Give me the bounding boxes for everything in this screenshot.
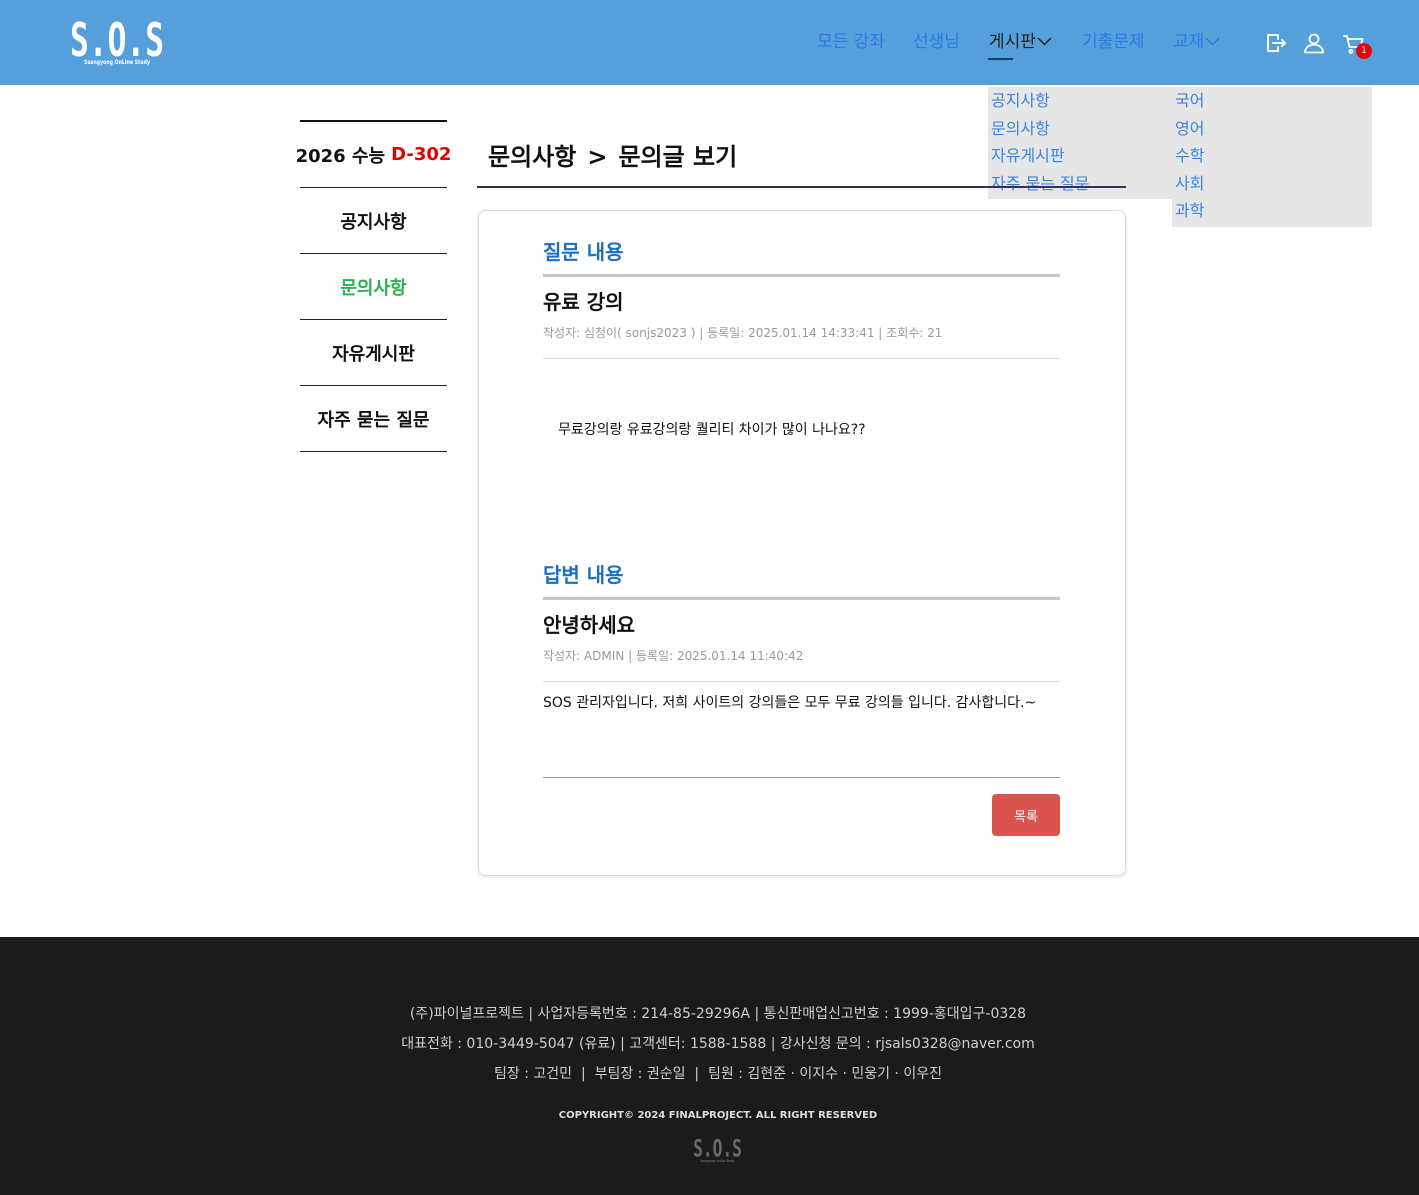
- question-meta-divider: [543, 358, 1060, 359]
- dropdown-item-korean[interactable]: 국어: [1172, 87, 1372, 115]
- title-divider: [477, 186, 1126, 188]
- question-meta: 작성자: 심청이( sonjs2023 ) | 등록일: 2025.01.14 …: [543, 326, 943, 340]
- user-icon: [1304, 33, 1324, 54]
- logout-button[interactable]: [1264, 31, 1288, 55]
- footer-logo: S.O.S Ssangyong OnLine Study: [693, 1137, 742, 1163]
- nav-past-exams[interactable]: 기출문제: [1082, 29, 1145, 55]
- answer-meta: 작성자: ADMIN | 등록일: 2025.01.14 11:40:42: [543, 649, 804, 663]
- page-title: 문의사항 > 문의글 보기: [488, 143, 737, 171]
- answer-body: SOS 관리자입니다. 저희 사이트의 강의들은 모두 무료 강의들 입니다. …: [543, 695, 1037, 711]
- answer-section-label: 답변 내용: [543, 563, 624, 587]
- sidebar-item-inquiry[interactable]: 문의사항: [300, 254, 447, 320]
- nav-label: 교재: [1173, 32, 1205, 52]
- nav-label: 게시판: [989, 32, 1036, 52]
- sidebar-item-notice[interactable]: 공지사항: [300, 188, 447, 254]
- textbook-dropdown: 국어 영어 수학 사회 과학: [1172, 87, 1372, 227]
- dropdown-item-science[interactable]: 과학: [1172, 197, 1372, 225]
- answer-title: 안녕하세요: [543, 613, 635, 637]
- breadcrumb-current: 문의글 보기: [618, 143, 738, 171]
- footer-contact-info: 대표전화 : 010-3449-5047 (유료) | 고객센터: 1588-1…: [401, 1036, 1035, 1052]
- dropdown-item-faq[interactable]: 자주 묻는 질문: [988, 170, 1187, 198]
- breadcrumb-parent: 문의사항: [488, 143, 577, 171]
- sidebar-item-free-board[interactable]: 자유게시판: [300, 320, 447, 386]
- breadcrumb-separator: >: [587, 143, 608, 171]
- sidebar-item-faq[interactable]: 자주 묻는 질문: [300, 386, 447, 452]
- dropdown-item-free-board[interactable]: 자유게시판: [988, 142, 1187, 170]
- site-footer: (주)파이널프로젝트 | 사업자등록번호 : 214-85-29296A | 통…: [0, 937, 1419, 1195]
- dday-label: 2026 수능: [295, 145, 386, 167]
- board-dropdown: 공지사항 문의사항 자유게시판 자주 묻는 질문: [988, 87, 1187, 199]
- list-button[interactable]: 목록: [992, 794, 1060, 836]
- answer-meta-divider: [543, 681, 1060, 682]
- dropdown-item-english[interactable]: 영어: [1172, 115, 1372, 143]
- board-sidebar: 2026 수능 D-302 공지사항 문의사항 자유게시판 자주 묻는 질문: [296, 120, 451, 452]
- nav-label: 선생님: [913, 32, 960, 52]
- exam-dday: 2026 수능 D-302: [296, 122, 451, 188]
- question-divider: [543, 274, 1060, 277]
- cart-count-badge: 1: [1356, 43, 1372, 59]
- logo-tagline: Ssangyong OnLine Study: [84, 59, 150, 66]
- dropdown-item-social[interactable]: 사회: [1172, 170, 1372, 198]
- site-header: S.O.S Ssangyong OnLine Study 모든 강좌 선생님 게…: [0, 0, 1419, 85]
- footer-company-info: (주)파이널프로젝트 | 사업자등록번호 : 214-85-29296A | 통…: [409, 1006, 1027, 1022]
- footer-logo-tagline: Ssangyong OnLine Study: [700, 1159, 735, 1163]
- dday-value: D-302: [391, 144, 452, 165]
- answer-divider: [543, 597, 1060, 600]
- nav-label: 모든 강좌: [817, 32, 885, 52]
- site-logo[interactable]: S.O.S Ssangyong OnLine Study: [68, 18, 168, 68]
- nav-all-courses[interactable]: 모든 강좌: [817, 29, 885, 55]
- nav-label: 기출문제: [1082, 32, 1145, 52]
- user-button[interactable]: [1302, 31, 1326, 55]
- nav-teachers[interactable]: 선생님: [913, 29, 960, 55]
- dropdown-item-math[interactable]: 수학: [1172, 142, 1372, 170]
- footer-copyright: COPYRIGHT© 2024 FINALPROJECT. ALL RIGHT …: [558, 1110, 878, 1121]
- logout-icon: [1267, 34, 1286, 52]
- post-card: 질문 내용 유료 강의 작성자: 심청이( sonjs2023 ) | 등록일:…: [478, 210, 1126, 876]
- content-end-divider: [543, 777, 1060, 778]
- dropdown-item-inquiry[interactable]: 문의사항: [988, 115, 1187, 143]
- question-section-label: 질문 내용: [543, 240, 624, 264]
- question-body: 무료강의랑 유료강의랑 퀄리티 차이가 많이 나나요??: [558, 422, 866, 438]
- nav-board[interactable]: 게시판: [989, 29, 1052, 55]
- nav-active-indicator: [988, 58, 1013, 60]
- footer-team-info: 팀장 : 고건민 | 부팀장 : 권순일 | 팀원 : 김현준 · 이지수 · …: [494, 1066, 942, 1082]
- question-title: 유료 강의: [543, 290, 624, 314]
- dropdown-item-notice[interactable]: 공지사항: [988, 87, 1187, 115]
- nav-textbooks[interactable]: 교재: [1173, 29, 1220, 55]
- chevron-down-icon: [1037, 36, 1052, 46]
- chevron-down-icon: [1205, 36, 1220, 46]
